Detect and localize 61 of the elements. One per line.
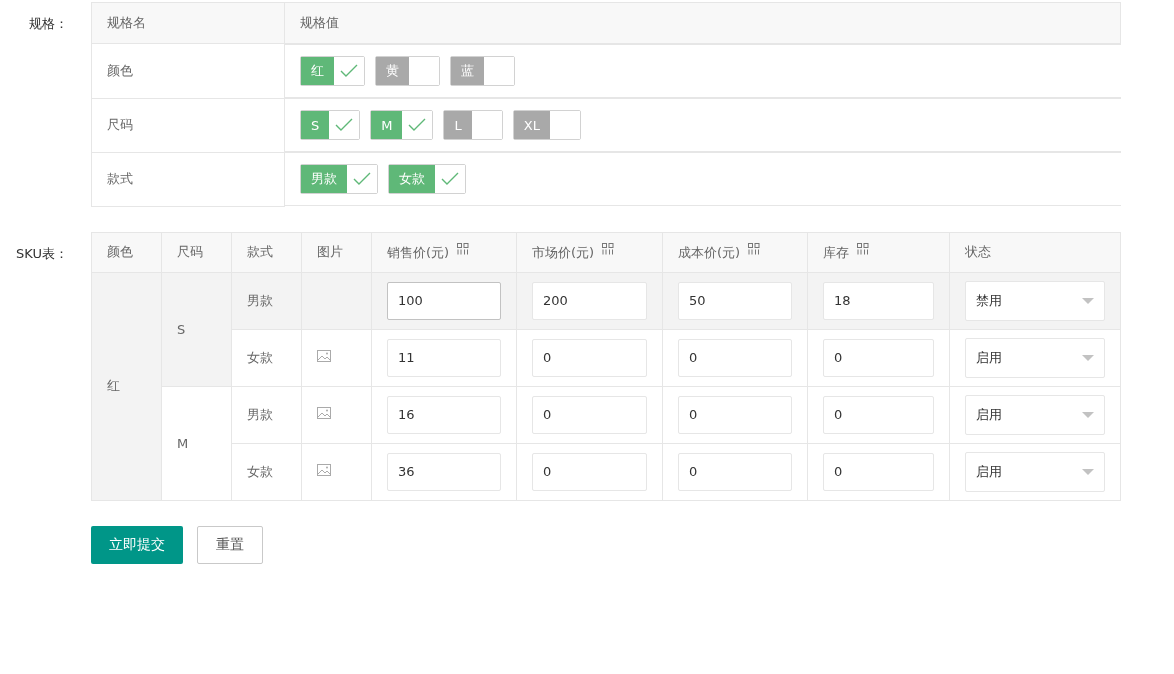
table-cell: 颜色	[91, 43, 285, 98]
batch-edit-icon[interactable]	[602, 242, 615, 255]
input-field[interactable]: 0	[678, 395, 792, 434]
input-field[interactable]: 50	[678, 281, 792, 320]
dropdown-arrow-icon	[1082, 354, 1094, 361]
input-field[interactable]: 18	[823, 281, 934, 320]
check-icon	[340, 64, 358, 78]
dropdown-arrow-icon	[1082, 297, 1094, 304]
column-header: 款式	[247, 244, 273, 259]
input-field[interactable]: 11	[387, 338, 501, 377]
image-icon[interactable]	[317, 464, 331, 476]
column-header: 颜色	[107, 244, 133, 259]
column-header: 规格值	[284, 2, 1121, 44]
input-field[interactable]: 0	[532, 338, 647, 377]
image-icon[interactable]	[317, 350, 331, 362]
dropdown-arrow-icon	[1082, 411, 1094, 418]
input-field[interactable]: 0	[823, 452, 934, 491]
input-field[interactable]: 0	[532, 452, 647, 491]
table-cell: 男款	[231, 386, 302, 443]
table-cell: M	[161, 386, 232, 500]
column-header: 市场价(元)	[532, 244, 595, 260]
table-cell: 尺码	[91, 98, 285, 152]
batch-edit-icon[interactable]	[857, 242, 870, 255]
input-field[interactable]: 0	[823, 338, 934, 377]
batch-edit-icon[interactable]	[457, 242, 470, 255]
check-icon	[335, 118, 354, 132]
table-cell: S	[161, 272, 232, 386]
input-field[interactable]: 16	[387, 395, 501, 434]
input-field[interactable]: 0	[678, 338, 792, 377]
table-cell: 女款	[231, 329, 302, 386]
status-select[interactable]: 启用	[965, 394, 1105, 435]
input-field[interactable]: 0	[532, 395, 647, 434]
table-cell: 男款	[231, 272, 302, 329]
column-header: 成本价(元)	[678, 244, 741, 260]
input-field[interactable]: 100	[387, 281, 501, 320]
batch-edit-icon[interactable]	[748, 242, 761, 255]
input-field[interactable]: 200	[532, 281, 647, 320]
table-cell: 女款	[231, 443, 302, 500]
column-header: 图片	[317, 244, 343, 259]
check-icon	[441, 172, 459, 186]
status-select[interactable]: 禁用	[965, 280, 1105, 321]
table-cell: 红	[91, 272, 162, 500]
status-select[interactable]: 启用	[965, 337, 1105, 378]
reset-button[interactable]: 重置	[197, 525, 263, 564]
column-header: 尺码	[177, 244, 203, 259]
dropdown-arrow-icon	[1082, 468, 1094, 475]
image-icon[interactable]	[317, 407, 331, 419]
input-field[interactable]: 36	[387, 452, 501, 491]
column-header: 销售价(元)	[387, 244, 450, 260]
check-icon	[353, 172, 371, 186]
table-cell: 款式	[91, 152, 285, 206]
input-field[interactable]: 0	[678, 452, 792, 491]
input-field[interactable]: 0	[823, 395, 934, 434]
column-header: 状态	[965, 244, 991, 259]
section-label: 规格：	[28, 15, 68, 33]
status-select[interactable]: 启用	[965, 451, 1105, 492]
check-icon	[408, 118, 427, 132]
submit-button[interactable]: 立即提交	[91, 525, 183, 564]
column-header: 规格名	[91, 2, 285, 44]
column-header: 库存	[823, 244, 849, 260]
section-label: SKU表：	[15, 244, 68, 263]
